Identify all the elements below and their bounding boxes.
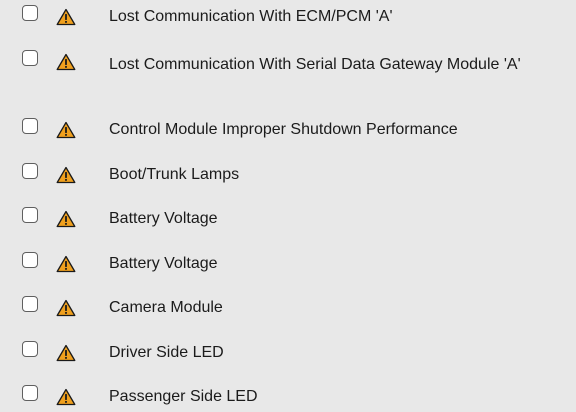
item-checkbox[interactable] [22, 341, 38, 357]
item-label: Passenger Side LED [109, 388, 258, 405]
warning-icon [56, 53, 76, 71]
item-label: Camera Module [109, 299, 223, 316]
item-checkbox[interactable] [22, 5, 38, 21]
item-checkbox[interactable] [22, 207, 38, 223]
item-label: Boot/Trunk Lamps [109, 166, 240, 183]
warning-icon [56, 344, 76, 362]
warning-icon [56, 121, 76, 139]
item-label: Battery Voltage [109, 210, 218, 227]
warning-icon [56, 8, 76, 26]
warning-icon [56, 388, 76, 406]
item-label: Driver Side LED [109, 344, 224, 361]
item-checkbox[interactable] [22, 296, 38, 312]
item-checkbox[interactable] [22, 163, 38, 179]
item-label: Lost Communication With ECM/PCM 'A' [109, 8, 393, 25]
warning-icon [56, 299, 76, 317]
item-label: Battery Voltage [109, 255, 218, 272]
warning-icon [56, 210, 76, 228]
item-checkbox[interactable] [22, 252, 38, 268]
item-label: Control Module Improper Shutdown Perform… [109, 121, 458, 138]
item-label: Lost Communication With Serial Data Gate… [109, 56, 521, 73]
item-checkbox[interactable] [22, 385, 38, 401]
item-checkbox[interactable] [22, 50, 38, 66]
warning-icon [56, 255, 76, 273]
item-checkbox[interactable] [22, 118, 38, 134]
warning-icon [56, 166, 76, 184]
